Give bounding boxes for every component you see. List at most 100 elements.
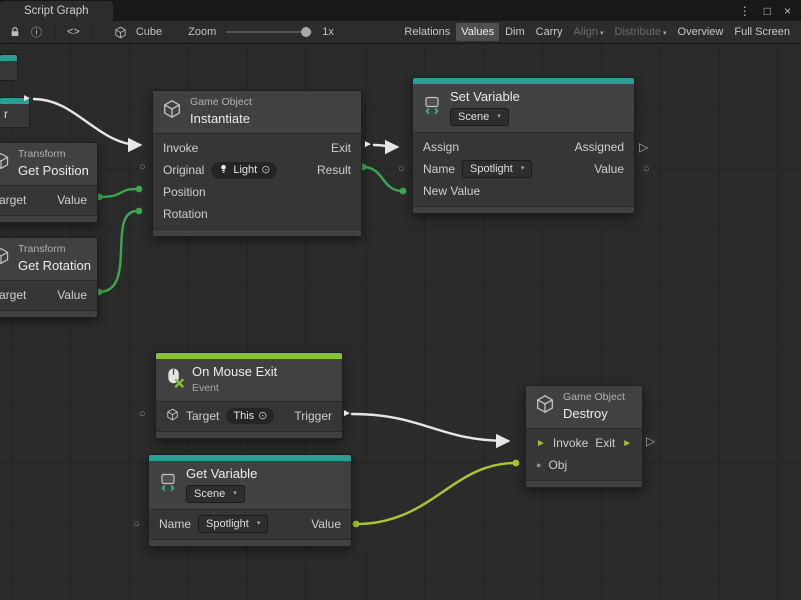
dim-button[interactable]: Dim: [500, 23, 530, 41]
target-port-label: Target: [186, 409, 219, 423]
overview-button[interactable]: Overview: [673, 23, 729, 41]
node-get-variable[interactable]: Get Variable Scene ▾ Name Spotlight ▾ Va…: [148, 454, 352, 547]
port-row: Target Value: [0, 284, 97, 306]
wire-variable-to-obj: [356, 463, 515, 524]
value-port-label: Value: [57, 193, 87, 207]
tab-title: Script Graph: [24, 5, 89, 17]
game-object-icon: [162, 99, 182, 124]
get-variable-value-port[interactable]: [353, 521, 360, 528]
align-button[interactable]: Align▾: [569, 23, 609, 41]
variable-icon: [422, 95, 442, 120]
port-row: Name Spotlight ▾ Value: [413, 158, 634, 180]
chevron-down-icon: ▾: [497, 110, 501, 124]
carry-button[interactable]: Carry: [531, 23, 568, 41]
variable-kind-dropdown[interactable]: Scene ▾: [186, 485, 245, 503]
object-picker-icon[interactable]: ⊙: [258, 409, 267, 423]
port-rows: Invoke Exit Original Light ⊙ Result P: [153, 134, 361, 229]
original-object-field[interactable]: Light ⊙: [211, 162, 277, 179]
transform-icon: [0, 247, 10, 270]
relations-button[interactable]: Relations: [399, 23, 455, 41]
light-icon: [218, 163, 229, 178]
tab-script-graph[interactable]: Script Graph: [0, 1, 113, 21]
node-footer: [526, 480, 642, 487]
obj-port-label: Obj: [548, 458, 567, 472]
variable-name-dropdown[interactable]: Spotlight ▾: [462, 160, 532, 178]
node-header: Transform Get Position: [0, 143, 97, 186]
node-footer: [0, 215, 97, 222]
node-destroy[interactable]: Game Object Destroy ► Invoke Exit ► ● Ob…: [525, 385, 643, 488]
destroy-exit-output-port[interactable]: ▷: [646, 435, 655, 447]
node-title: Instantiate: [190, 111, 252, 127]
object-picker-icon[interactable]: ⊙: [261, 163, 270, 177]
node-title: Get Position: [18, 163, 89, 179]
port-row: Target This ⊙ Trigger: [156, 405, 342, 427]
value-port-label: Value: [57, 288, 87, 302]
zoom-slider-handle[interactable]: [301, 27, 311, 37]
new-value-input-port[interactable]: [400, 188, 407, 195]
window-tab-bar: Script Graph ⋮ □ ×: [0, 0, 801, 21]
node-header: Game Object Instantiate: [153, 91, 361, 134]
node-header: Set Variable Scene ▾: [413, 84, 634, 133]
value-output-port[interactable]: ○: [643, 163, 650, 175]
exit-port-label: Exit: [331, 141, 351, 155]
chevron-down-icon: ▾: [257, 517, 261, 531]
exit-port-icon[interactable]: ►: [622, 438, 632, 449]
info-icon[interactable]: ⓘ: [31, 24, 42, 40]
target-input-port[interactable]: ○: [139, 408, 146, 420]
name-input-port[interactable]: ○: [398, 163, 405, 175]
wire-position-value: [99, 189, 137, 197]
original-input-port[interactable]: ○: [139, 161, 146, 173]
wire-layer: [0, 44, 801, 600]
graph-target-name[interactable]: Cube: [136, 26, 162, 38]
port-row: New Value: [413, 180, 634, 202]
variable-name-dropdown[interactable]: Spotlight ▾: [198, 515, 268, 533]
node-category: Transform: [18, 148, 89, 161]
node-instantiate[interactable]: Game Object Instantiate Invoke Exit Orig…: [152, 90, 362, 237]
position-input-port[interactable]: [136, 186, 143, 193]
trigger-output-port[interactable]: ►: [342, 408, 352, 420]
target-object-field[interactable]: This ⊙: [226, 408, 274, 424]
node-get-rotation[interactable]: Transform Get Rotation Target Value: [0, 237, 98, 318]
port-row: Original Light ⊙ Result: [153, 159, 361, 181]
port-rows: Name Spotlight ▾ Value: [149, 510, 351, 539]
clipped-variable-node[interactable]: [0, 54, 18, 81]
name-input-port[interactable]: ○: [133, 518, 140, 530]
object-field-value: Light: [233, 163, 257, 177]
variable-kind-value: Scene: [194, 487, 225, 501]
maximize-icon[interactable]: □: [764, 4, 771, 18]
node-get-position[interactable]: Transform Get Position Target Value: [0, 142, 98, 223]
code-view-icon[interactable]: <>: [67, 26, 80, 38]
node-on-mouse-exit[interactable]: On Mouse Exit Event Target This ⊙ Trigge…: [155, 352, 343, 439]
invoke-port-label: Invoke: [163, 141, 198, 155]
node-category: Game Object: [190, 96, 252, 109]
menu-icon[interactable]: ⋮: [739, 4, 751, 18]
distribute-button[interactable]: Distribute▾: [610, 23, 672, 41]
wire-exit-to-assign: [374, 145, 397, 147]
obj-port-icon[interactable]: ●: [536, 460, 541, 470]
wire-result-to-new-value: [363, 167, 402, 191]
event-output-port[interactable]: ►: [22, 93, 32, 105]
chevron-down-icon: ▾: [521, 162, 525, 176]
variable-kind-dropdown[interactable]: Scene ▾: [450, 108, 509, 126]
obj-input-port[interactable]: [513, 460, 520, 467]
full-screen-button[interactable]: Full Screen: [729, 23, 795, 41]
node-set-variable[interactable]: Set Variable Scene ▾ Assign Assigned Nam…: [412, 77, 635, 214]
transform-icon: [0, 152, 10, 175]
invoke-port-icon[interactable]: ►: [536, 438, 546, 449]
values-button[interactable]: Values: [456, 23, 499, 41]
zoom-slider[interactable]: [226, 31, 312, 33]
port-rows: ► Invoke Exit ► ● Obj: [526, 429, 642, 480]
port-rows: Target Value: [0, 186, 97, 215]
target-port-label: Target: [0, 193, 26, 207]
lock-icon[interactable]: [9, 26, 21, 38]
exit-output-port[interactable]: ►: [363, 139, 373, 151]
close-icon[interactable]: ×: [784, 4, 791, 18]
node-header: On Mouse Exit Event: [156, 359, 342, 402]
chevron-down-icon: ▾: [233, 487, 237, 501]
variable-accent-strip: [0, 55, 17, 61]
rotation-input-port[interactable]: [136, 208, 143, 215]
assigned-output-port[interactable]: ▷: [639, 141, 648, 153]
name-port-label: Name: [423, 162, 455, 176]
chevron-down-icon: ▾: [600, 30, 604, 37]
graph-canvas[interactable]: r Transform Get Position Target Value: [0, 44, 801, 600]
